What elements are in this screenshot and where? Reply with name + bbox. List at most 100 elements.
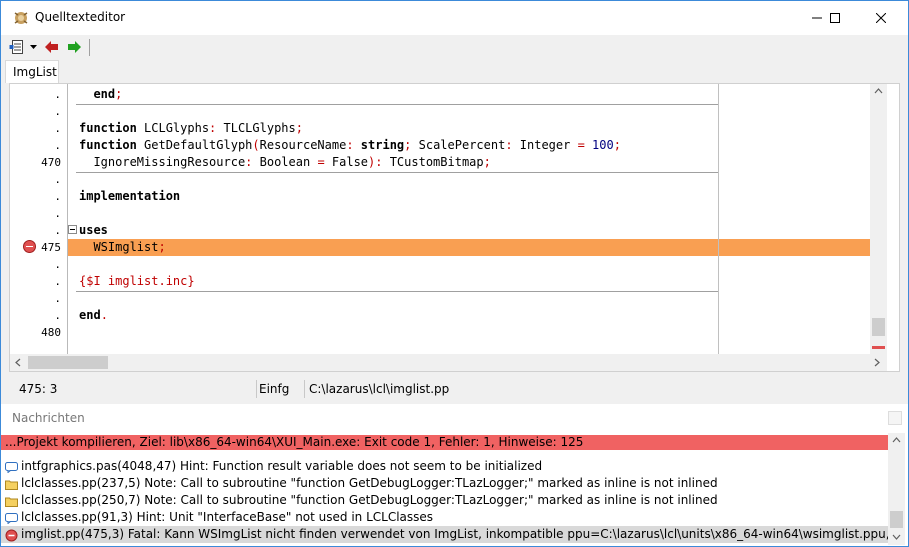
- code-line[interactable]: [68, 103, 870, 120]
- code-token: TCustomBitmap: [382, 155, 484, 169]
- messages-title: Nachrichten: [12, 411, 85, 425]
- message-row[interactable]: imglist.pp(475,3) Fatal: Kann WSImgList …: [1, 526, 888, 543]
- line-number: .: [54, 139, 61, 152]
- cursor-position: 475: 3: [19, 382, 58, 396]
- line-number: .: [54, 105, 61, 118]
- error-position-marker: [872, 346, 885, 349]
- messages-vertical-scrollbar[interactable]: [888, 433, 905, 545]
- message-row[interactable]: lclclasses.pp(250,7) Note: Call to subro…: [1, 492, 888, 509]
- code-token: ScalePercent: [411, 138, 506, 152]
- maximize-button[interactable]: [812, 1, 858, 35]
- code-token: LCLGlyphs: [136, 121, 210, 135]
- code-line[interactable]: [68, 171, 870, 188]
- code-line[interactable]: implementation: [68, 188, 870, 205]
- line-number: .: [54, 292, 61, 305]
- line-number: 480: [41, 326, 61, 339]
- code-token: ;: [483, 155, 491, 169]
- code-line[interactable]: function LCLGlyphs: TLCLGlyphs;: [68, 120, 870, 137]
- tab-imglist[interactable]: ImgList: [5, 60, 59, 83]
- code-line[interactable]: [68, 324, 870, 341]
- line-number: .: [54, 190, 61, 203]
- line-number: .: [54, 224, 61, 237]
- code-token: ;: [613, 138, 621, 152]
- line-number: .: [54, 309, 61, 322]
- code-editor[interactable]: .... 470.... 475.... 480 end; function LCLGl…: [9, 83, 900, 372]
- code-area[interactable]: end; function LCLGlyphs: TLCLGlyphs; funct…: [68, 84, 870, 354]
- status-separator: [256, 380, 257, 398]
- insert-mode: Einfg: [259, 382, 290, 396]
- messages-close-button[interactable]: [888, 411, 902, 425]
- code-line[interactable]: {$I imglist.inc}: [68, 273, 870, 290]
- code-line[interactable]: function GetDefaultGlyph(ResourceName: s…: [68, 137, 870, 154]
- message-text: lclclasses.pp(237,5) Note: Call to subro…: [21, 476, 718, 490]
- section-divider: [76, 291, 718, 292]
- code-token: {$I imglist.inc}: [79, 274, 195, 288]
- execution-line[interactable]: WSImglist;: [68, 239, 870, 256]
- code-token: Integer: [512, 138, 578, 152]
- editor-status-bar: 475: 3 Einfg C:\lazarus\lcl\imglist.pp: [9, 379, 900, 399]
- line-number: .: [54, 173, 61, 186]
- code-line[interactable]: [68, 290, 870, 307]
- lazarus-app-icon: [13, 10, 29, 26]
- toolbar-separator: [89, 39, 90, 56]
- code-line[interactable]: end;: [68, 86, 870, 103]
- line-number: .: [54, 258, 61, 271]
- code-token: end: [79, 308, 101, 322]
- code-token: function: [79, 121, 137, 135]
- code-line[interactable]: [68, 205, 870, 222]
- section-divider: [76, 172, 718, 173]
- code-token: =: [317, 155, 325, 169]
- editor-horizontal-scroll-thumb[interactable]: [28, 356, 108, 369]
- messages-panel: Nachrichten ...Projekt kompilieren, Ziel…: [1, 404, 908, 546]
- title-bar[interactable]: Quelltexteditor: [1, 1, 908, 35]
- code-token: (: [252, 138, 260, 152]
- message-text: lclclasses.pp(91,3) Hint: Unit "Interfac…: [21, 510, 434, 524]
- code-token: IgnoreMissingResource: [79, 155, 246, 169]
- message-row[interactable]: lclclasses.pp(237,5) Note: Call to subro…: [1, 475, 888, 492]
- code-token: :: [505, 138, 513, 152]
- file-path: C:\lazarus\lcl\imglist.pp: [309, 382, 450, 396]
- code-token: =: [577, 138, 585, 152]
- messages-list[interactable]: ...Projekt kompilieren, Ziel: lib\x86_64…: [1, 433, 888, 545]
- scroll-left-icon: [15, 358, 21, 367]
- code-token: WSImglist: [79, 240, 159, 254]
- close-button[interactable]: [858, 1, 904, 35]
- window-title: Quelltexteditor: [35, 10, 126, 24]
- code-token: .: [100, 308, 108, 322]
- jump-forward-button[interactable]: [66, 38, 82, 56]
- code-token: ):: [368, 155, 383, 169]
- code-token: ;: [115, 87, 123, 101]
- jump-back-button[interactable]: [44, 38, 60, 56]
- code-token: False: [324, 155, 369, 169]
- source-editor-window: Quelltexteditor ImgList . . . . 470 . . …: [0, 0, 909, 547]
- code-line[interactable]: uses: [68, 222, 870, 239]
- code-line[interactable]: end.: [68, 307, 870, 324]
- document-dropdown-button[interactable]: [29, 38, 38, 56]
- right-margin-line: [718, 84, 719, 354]
- line-number-gutter[interactable]: .... 470.... 475.... 480: [10, 84, 67, 354]
- editor-toolbar: [1, 35, 908, 59]
- line-number: .: [54, 88, 61, 101]
- code-token: string: [360, 138, 405, 152]
- messages-header: Nachrichten: [1, 404, 908, 430]
- editor-vertical-scroll-thumb[interactable]: [872, 318, 885, 336]
- maximize-icon: [830, 13, 840, 23]
- message-row[interactable]: intfgraphics.pas(4048,47) Hint: Function…: [1, 458, 888, 475]
- folder-icon: [5, 478, 18, 490]
- line-number: .: [54, 275, 61, 288]
- messages-scroll-thumb[interactable]: [890, 511, 903, 528]
- document-menu-button[interactable]: [9, 38, 25, 56]
- message-row[interactable]: lclclasses.pp(91,3) Hint: Unit "Interfac…: [1, 509, 888, 526]
- editor-vertical-scrollbar[interactable]: [870, 84, 887, 354]
- code-token: TLCLGlyphs: [216, 121, 296, 135]
- code-line[interactable]: IgnoreMissingResource: Boolean = False):…: [68, 154, 870, 171]
- scroll-down-icon: [892, 534, 901, 540]
- code-token: 100: [592, 138, 614, 152]
- code-line[interactable]: [68, 256, 870, 273]
- folder-icon: [5, 495, 18, 507]
- build-summary[interactable]: ...Projekt kompilieren, Ziel: lib\x86_64…: [1, 435, 888, 450]
- code-token: ;: [295, 121, 303, 135]
- editor-horizontal-scrollbar[interactable]: [10, 354, 887, 371]
- code-token: end: [93, 87, 116, 101]
- error-marker-icon[interactable]: [23, 240, 36, 253]
